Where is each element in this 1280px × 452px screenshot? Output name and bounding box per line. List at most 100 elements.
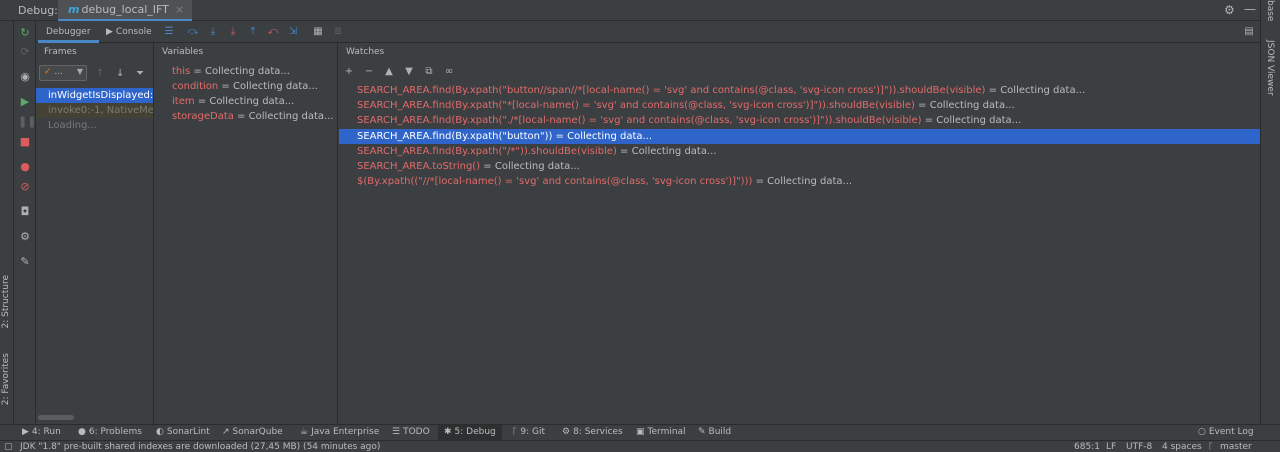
line-separator[interactable]: LF	[1106, 442, 1116, 452]
resume-icon[interactable]: ▶	[18, 95, 32, 109]
watch-row[interactable]: SEARCH_AREA.toString() = Collecting data…	[339, 159, 1260, 174]
tool-window-bar: ▶ 4: Run ● 6: Problems ◐ SonarLint ↗ SonarQu…	[0, 424, 1280, 440]
filter-icon[interactable]: ⏷	[136, 68, 144, 79]
maven-icon: m	[68, 3, 80, 16]
arrow-up-icon[interactable]: ↑	[96, 68, 104, 79]
indent-setting[interactable]: 4 spaces	[1162, 442, 1202, 452]
tool-window-services[interactable]: ⚙ 8: Services	[556, 425, 629, 440]
database-tool-label[interactable]: base	[1265, 0, 1275, 21]
variable-name: item	[172, 96, 195, 107]
run-to-cursor-icon[interactable]: ⇲	[286, 25, 300, 39]
watch-row[interactable]: SEARCH_AREA.find(By.xpath("button//span/…	[339, 83, 1260, 98]
add-watch-icon[interactable]: +	[342, 66, 356, 77]
tool-window-run[interactable]: ▶ 4: Run	[16, 425, 67, 440]
watch-expression: SEARCH_AREA.find(By.xpath("/*")).shouldB…	[357, 146, 617, 157]
event-log-icon: ○	[1198, 427, 1206, 437]
drop-frame-icon[interactable]: ⤺	[266, 25, 280, 39]
watch-expression: SEARCH_AREA.find(By.xpath("*[local-name(…	[357, 100, 915, 111]
tool-window-build[interactable]: ✎ Build	[692, 425, 737, 440]
view-breakpoints-icon[interactable]: ●	[18, 160, 32, 174]
tool-window-label: Build	[708, 427, 732, 437]
frame-item[interactable]: invoke0:-1, NativeMethodAccessorImpl	[36, 103, 153, 118]
branch-icon: ᚴ	[1208, 442, 1214, 452]
tool-window-java-enterprise[interactable]: ☕ Java Enterprise	[294, 425, 385, 440]
move-down-icon[interactable]: ▼	[402, 66, 416, 77]
services-icon: ⚙	[562, 427, 571, 437]
pause-icon[interactable]: ❚❚	[18, 115, 36, 129]
step-out-icon[interactable]: ⤒	[246, 25, 260, 39]
tool-window-problems[interactable]: ● 6: Problems	[72, 425, 148, 440]
move-up-icon[interactable]: ▲	[382, 66, 396, 77]
status-message[interactable]: JDK "1.8" pre-built shared indexes are d…	[20, 442, 380, 452]
debug-config-tab[interactable]: m debug_local_IFT ×	[58, 0, 193, 21]
caret-position[interactable]: 685:1	[1074, 442, 1100, 452]
stop-icon[interactable]: ■	[18, 135, 32, 149]
thread-select[interactable]: ✓ ... ▼	[39, 65, 87, 81]
remove-watch-icon[interactable]: −	[362, 66, 376, 77]
sonarqube-icon: ↗	[222, 427, 230, 437]
tool-window-label: Event Log	[1208, 427, 1254, 437]
variable-row[interactable]: condition = Collecting data...	[172, 81, 318, 92]
todo-icon: ☰	[392, 427, 401, 437]
debug-icon: ✱	[444, 427, 452, 437]
step-over-icon[interactable]: ⤼	[186, 25, 200, 39]
debugger-toolbar: Debugger ▶ Console ☰ ⤼ ⤓ ⤓ ⤒ ⤺ ⇲ ▦ ≣ ▤	[36, 21, 1260, 43]
variable-row[interactable]: storageData = Collecting data...	[172, 111, 334, 122]
tool-window-todo[interactable]: ☰ TODO	[386, 425, 436, 440]
file-encoding[interactable]: UTF-8	[1126, 442, 1152, 452]
watch-row[interactable]: $(By.xpath(("//*[local-name() = 'svg' an…	[339, 174, 1260, 189]
variable-value: = Collecting data...	[218, 81, 318, 92]
watch-row-selected[interactable]: SEARCH_AREA.find(By.xpath("button")) = C…	[339, 129, 1260, 144]
update-running-icon[interactable]: ⟳	[18, 45, 32, 59]
variable-row[interactable]: this = Collecting data...	[172, 66, 290, 77]
frames-toolbar: ✓ ... ▼ ↑ ↓ ⏷	[36, 62, 154, 86]
gear-icon[interactable]: ⚙	[1224, 3, 1235, 17]
watch-expression: SEARCH_AREA.find(By.xpath("button//span/…	[357, 85, 986, 96]
mute-breakpoints-icon[interactable]: ⊘	[18, 180, 32, 194]
settings-icon[interactable]: ⚙	[18, 230, 32, 244]
status-panel-icon[interactable]: ▢	[4, 442, 13, 452]
favorites-tool-label[interactable]: 2: Favorites	[1, 353, 11, 405]
json-viewer-tool-label[interactable]: JSON Viewer	[1265, 40, 1275, 96]
tab-console[interactable]: ▶ Console	[98, 21, 160, 43]
evaluate-expression-icon[interactable]: ▦	[311, 25, 325, 39]
watch-row[interactable]: SEARCH_AREA.find(By.xpath("./*[local-nam…	[339, 113, 1260, 128]
pin-icon[interactable]: ✎	[18, 255, 32, 269]
variables-panel: Variables this = Collecting data... cond…	[154, 43, 338, 424]
tool-window-git[interactable]: ᚴ 9: Git	[506, 425, 551, 440]
step-into-icon[interactable]: ⤓	[206, 25, 220, 39]
variable-name: storageData	[172, 111, 234, 122]
tool-window-terminal[interactable]: ▣ Terminal	[630, 425, 692, 440]
tool-window-sonarqube[interactable]: ↗ SonarQube	[216, 425, 289, 440]
variable-value: = Collecting data...	[194, 96, 295, 107]
layout-settings-icon[interactable]: ▤	[1242, 25, 1256, 39]
trace-stream-icon[interactable]: ≣	[331, 25, 345, 39]
arrow-down-icon[interactable]: ↓	[116, 68, 124, 79]
close-icon[interactable]: ×	[175, 3, 184, 16]
watch-expression: SEARCH_AREA.toString()	[357, 161, 481, 172]
show-execution-point-icon[interactable]: ☰	[162, 25, 176, 39]
rerun-icon[interactable]: ↻	[18, 26, 32, 40]
duplicate-icon[interactable]: ⧉	[422, 66, 436, 77]
variable-row[interactable]: item = Collecting data...	[172, 96, 294, 107]
watch-value: = Collecting data...	[921, 115, 1022, 126]
view-icon[interactable]: ◉	[18, 70, 32, 84]
structure-tool-label[interactable]: 2: Structure	[1, 275, 11, 329]
camera-icon[interactable]: ◘	[18, 205, 32, 219]
tool-window-debug[interactable]: ✱ 5: Debug	[438, 425, 502, 440]
git-branch[interactable]: master	[1220, 442, 1252, 452]
tab-debugger-label: Debugger	[46, 27, 91, 37]
watch-row[interactable]: SEARCH_AREA.find(By.xpath("*[local-name(…	[339, 98, 1260, 113]
minimize-icon[interactable]: —	[1244, 2, 1256, 16]
force-step-into-icon[interactable]: ⤓	[226, 25, 240, 39]
watch-value: = Collecting data...	[914, 100, 1015, 111]
tool-window-sonarlint[interactable]: ◐ SonarLint	[150, 425, 216, 440]
watch-value: = Collecting data...	[616, 146, 717, 157]
tool-window-event-log[interactable]: ○ Event Log	[1192, 425, 1260, 440]
frames-horizontal-scrollbar[interactable]	[38, 415, 74, 420]
watch-value: = Collecting data...	[480, 161, 580, 172]
glasses-icon[interactable]: ∞	[442, 66, 456, 77]
frame-item[interactable]: inWidgetIsDisplayed:6	[36, 88, 153, 103]
tab-debugger[interactable]: Debugger	[38, 21, 99, 43]
watch-row[interactable]: SEARCH_AREA.find(By.xpath("/*")).shouldB…	[339, 144, 1260, 159]
